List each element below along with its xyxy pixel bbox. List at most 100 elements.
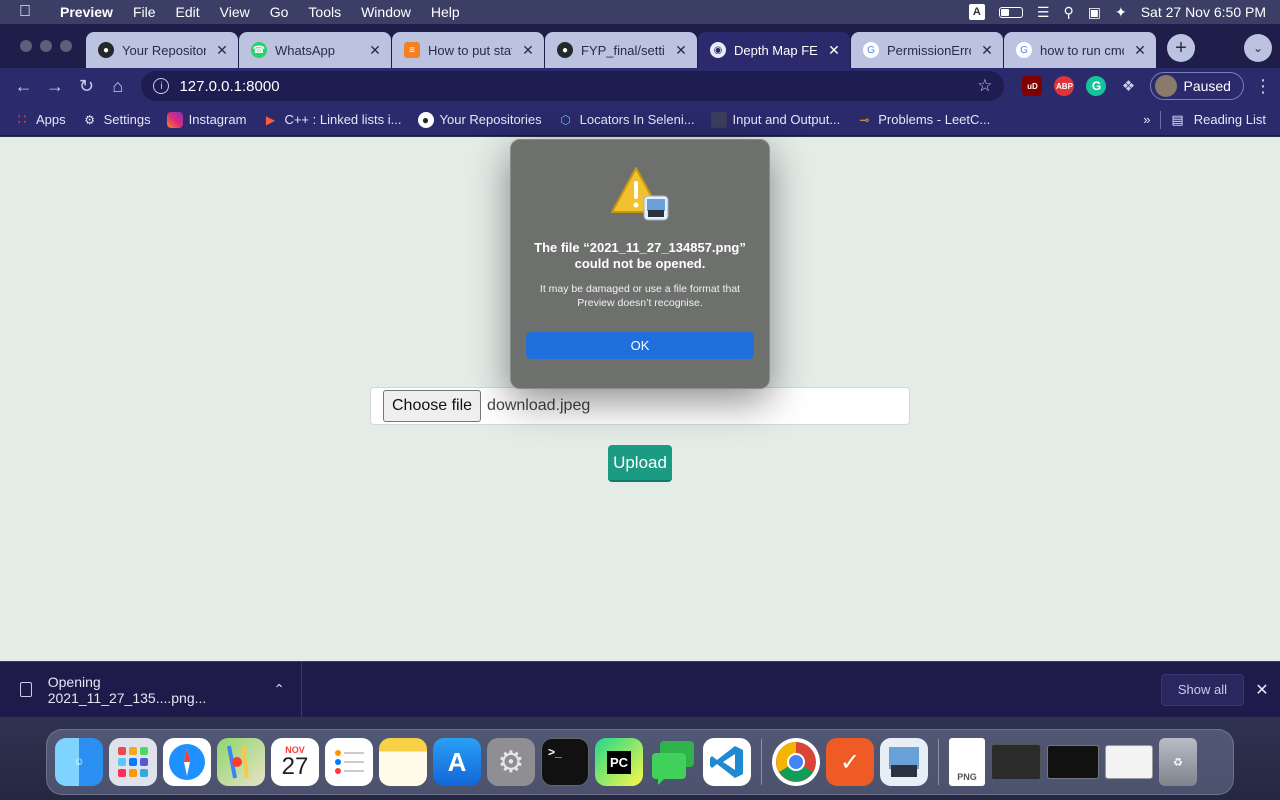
notes-icon[interactable] xyxy=(379,738,427,786)
apps-grid-icon: ∷ xyxy=(17,111,27,127)
new-tab-button[interactable]: + xyxy=(1167,34,1195,62)
tab-fyp-final-settings[interactable]: ● FYP_final/settin ✕ xyxy=(545,32,697,68)
address-url[interactable]: 127.0.0.1:8000 xyxy=(179,78,977,95)
window-thumbnail-icon[interactable] xyxy=(991,744,1041,780)
safari-icon[interactable] xyxy=(163,738,211,786)
upload-button[interactable]: Upload xyxy=(608,445,672,480)
tab-permission-error[interactable]: G PermissionErro ✕ xyxy=(851,32,1003,68)
choose-file-button[interactable]: Choose file xyxy=(383,390,482,422)
bookmarks-bar: ∷ Apps ⚙ Settings Instagram ▶ C++ : Link… xyxy=(0,104,1280,136)
home-button[interactable]: ⌂ xyxy=(102,70,133,102)
chrome-menu-icon[interactable]: ⋮ xyxy=(1254,76,1272,97)
download-item[interactable]: Opening 2021_11_27_135....png... ⌃ xyxy=(0,661,302,718)
preview-icon[interactable] xyxy=(880,738,928,786)
bookmark-label: Instagram xyxy=(188,112,247,127)
wifi-icon[interactable]: ☰ xyxy=(1037,4,1050,21)
close-icon[interactable]: ✕ xyxy=(1244,680,1280,700)
bookmark-instagram[interactable]: Instagram xyxy=(166,111,247,128)
extensions-area: uD ABP G ❖ Paused xyxy=(1022,72,1244,100)
tab-title: Your Repositori xyxy=(122,42,206,58)
png-file-icon[interactable]: PNG xyxy=(949,738,985,786)
back-button[interactable]: ← xyxy=(8,70,39,102)
menu-edit[interactable]: Edit xyxy=(166,4,210,20)
ublock-extension-icon[interactable]: uD xyxy=(1022,76,1043,96)
tab-how-to-put-stat[interactable]: ≡ How to put stat ✕ xyxy=(392,32,544,68)
stackoverflow-icon: ≡ xyxy=(404,42,420,58)
tab-close-icon[interactable]: ✕ xyxy=(520,42,536,59)
launchpad-icon[interactable] xyxy=(109,738,157,786)
app-store-icon[interactable]: A xyxy=(433,738,481,786)
tab-close-icon[interactable]: ✕ xyxy=(1132,42,1148,59)
siri-icon[interactable]: ✦ xyxy=(1115,4,1127,21)
spotlight-search-icon[interactable]: ⚲ xyxy=(1063,4,1073,21)
address-bar[interactable]: i 127.0.0.1:8000 ☆ xyxy=(141,71,1005,101)
tab-depth-map-fe[interactable]: ◉ Depth Map FE ✕ xyxy=(698,32,850,68)
menu-app-name[interactable]: Preview xyxy=(50,4,123,20)
messages-icon[interactable] xyxy=(649,738,697,786)
file-input[interactable]: Choose file download.jpeg xyxy=(370,387,910,425)
bookmark-label: Your Repositories xyxy=(439,112,542,127)
vscode-icon[interactable] xyxy=(703,738,751,786)
system-preferences-icon[interactable]: ⚙ xyxy=(487,738,535,786)
input-source-icon[interactable]: A xyxy=(968,4,985,20)
tab-search-chevron-icon[interactable]: ⌄ xyxy=(1244,34,1272,62)
bookmark-input-output[interactable]: Input and Output... xyxy=(710,111,840,128)
site-info-icon[interactable]: i xyxy=(153,78,170,94)
whatsapp-icon: ☎ xyxy=(251,42,267,58)
tab-how-to-run-cmd[interactable]: G how to run cmd ✕ xyxy=(1004,32,1156,68)
menu-go[interactable]: Go xyxy=(260,4,299,20)
reload-button[interactable]: ↻ xyxy=(71,70,102,102)
menu-window[interactable]: Window xyxy=(351,4,421,20)
bookmark-settings[interactable]: ⚙ Settings xyxy=(82,112,150,128)
terminal-icon[interactable]: >_ xyxy=(541,738,589,786)
finder-icon[interactable]: ☺ xyxy=(55,738,103,786)
tab-close-icon[interactable]: ✕ xyxy=(367,42,383,59)
menu-help[interactable]: Help xyxy=(421,4,470,20)
menubar-clock[interactable]: Sat 27 Nov 6:50 PM xyxy=(1141,4,1266,20)
tab-close-icon[interactable]: ✕ xyxy=(214,42,230,59)
battery-icon[interactable] xyxy=(998,6,1023,18)
window-thumbnail-icon[interactable] xyxy=(1047,745,1099,779)
tab-close-icon[interactable]: ✕ xyxy=(979,42,995,59)
extensions-puzzle-icon[interactable]: ❖ xyxy=(1118,76,1138,96)
menu-view[interactable]: View xyxy=(210,4,260,20)
show-all-button[interactable]: Show all xyxy=(1160,673,1244,706)
pycharm-icon[interactable]: PC xyxy=(595,738,643,786)
zoom-window-button[interactable] xyxy=(60,40,72,52)
bookmarks-overflow-icon[interactable]: » xyxy=(1143,112,1150,127)
maps-icon[interactable] xyxy=(217,738,265,786)
ok-button[interactable]: OK xyxy=(526,332,754,359)
control-center-icon[interactable]: ▣ xyxy=(1088,4,1101,21)
bookmark-leetcode-problems[interactable]: ⊸ Problems - LeetC... xyxy=(856,112,990,128)
avatar xyxy=(1155,75,1178,97)
grammarly-extension-icon[interactable]: G xyxy=(1086,76,1107,96)
apple-menu-icon[interactable]:  xyxy=(0,3,50,21)
bookmark-your-repositories[interactable]: ● Your Repositories xyxy=(417,111,542,128)
menu-tools[interactable]: Tools xyxy=(298,4,351,20)
adblock-plus-extension-icon[interactable]: ABP xyxy=(1054,76,1075,96)
menu-file[interactable]: File xyxy=(123,4,166,20)
bookmark-apps[interactable]: ∷ Apps xyxy=(14,111,66,128)
tab-close-icon[interactable]: ✕ xyxy=(673,42,689,59)
close-window-button[interactable] xyxy=(20,40,32,52)
tab-your-repositories[interactable]: ● Your Repositori ✕ xyxy=(86,32,238,68)
window-thumbnail-icon[interactable] xyxy=(1105,745,1153,779)
bookmark-locators-selenium[interactable]: ⬡ Locators In Seleni... xyxy=(558,112,694,128)
chevron-up-icon[interactable]: ⌃ xyxy=(273,681,285,698)
minimize-window-button[interactable] xyxy=(40,40,52,52)
trash-icon[interactable]: ♻ xyxy=(1159,738,1197,786)
download-item-label: Opening 2021_11_27_135....png... xyxy=(47,673,207,706)
cpp-icon: ▶ xyxy=(265,112,276,127)
browser-tab-strip: ● Your Repositori ✕ ☎ WhatsApp ✕ ≡ How t… xyxy=(0,24,1280,68)
forward-button[interactable]: → xyxy=(39,70,70,102)
calendar-icon[interactable]: NOV 27 xyxy=(271,738,319,786)
tab-whatsapp[interactable]: ☎ WhatsApp ✕ xyxy=(239,32,391,68)
tab-close-icon[interactable]: ✕ xyxy=(826,42,842,59)
bookmark-cpp-linked-lists[interactable]: ▶ C++ : Linked lists i... xyxy=(262,112,402,128)
reminders-icon[interactable] xyxy=(325,738,373,786)
profile-button[interactable]: Paused xyxy=(1150,72,1244,100)
chrome-icon[interactable] xyxy=(772,738,820,786)
reading-list-button[interactable]: Reading List xyxy=(1194,112,1266,127)
postman-icon[interactable]: ✓ xyxy=(826,738,874,786)
bookmark-star-icon[interactable]: ☆ xyxy=(977,76,992,96)
